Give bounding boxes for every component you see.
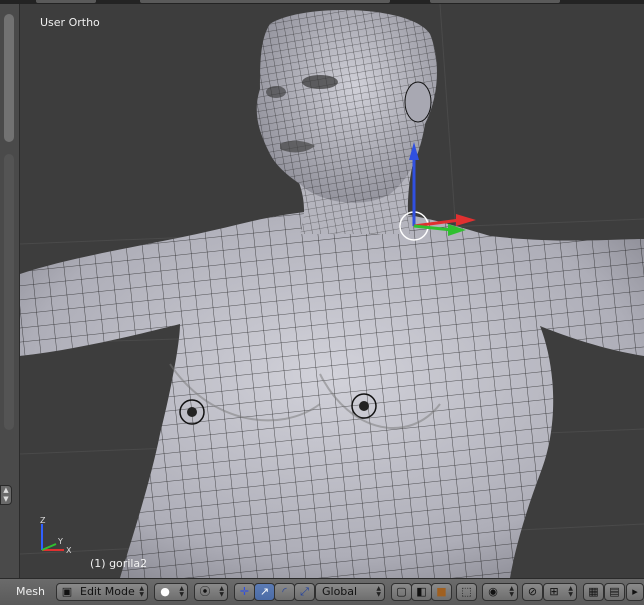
viewport-shading-selector[interactable]: ● ▲ ▼	[154, 583, 188, 601]
top-tab[interactable]	[430, 0, 560, 3]
cube-edge-icon: ◧	[416, 585, 427, 598]
mode-label: Edit Mode	[80, 585, 135, 598]
dropdown-arrows-icon: ▲ ▼	[139, 585, 144, 598]
pivot-icon: ⦿	[199, 585, 211, 598]
edge-select-button[interactable]: ◧	[411, 583, 432, 601]
pivot-point-selector[interactable]: ⦿ ▲ ▼	[194, 583, 228, 601]
orientation-label: Global	[322, 585, 358, 598]
dropdown-arrows-icon: ▲ ▼	[568, 585, 573, 598]
top-tab[interactable]	[36, 0, 96, 3]
edit-mode-icon: ▣	[61, 585, 73, 598]
render-animation-icon: ▤	[609, 585, 620, 598]
mesh-menu[interactable]: Mesh	[16, 583, 45, 601]
mode-selector[interactable]: ▣ Edit Mode ▲ ▼	[56, 583, 148, 601]
dropdown-arrows-icon: ▲ ▼	[219, 585, 224, 598]
limit-selection-button[interactable]: ⬚	[456, 583, 477, 601]
3d-viewport[interactable]: User Ortho Z X Y (1) gorila2	[20, 4, 644, 578]
dropdown-arrows-icon: ▲ ▼	[509, 585, 514, 598]
magnet-icon: ⊘	[527, 585, 538, 598]
render-icon: ▦	[588, 585, 599, 598]
snap-toggle-button[interactable]: ⊘	[522, 583, 543, 601]
svg-text:X: X	[66, 546, 72, 555]
cube-vertex-icon: ▢	[396, 585, 407, 598]
snap-element-selector[interactable]: ⊞ ▲ ▼	[543, 583, 577, 601]
transform-orientation-selector[interactable]: Global ▲ ▼	[315, 583, 385, 601]
manipulator-toggle-button[interactable]: ✛	[234, 583, 255, 601]
top-tab[interactable]	[140, 0, 390, 3]
scale-button[interactable]: ⤢	[294, 583, 315, 601]
limit-visible-icon: ⬚	[461, 585, 472, 598]
view-label: User Ortho	[40, 16, 100, 29]
cube-face-icon: ■	[436, 585, 447, 598]
dropdown-arrows-icon: ▲ ▼	[179, 585, 184, 598]
svg-text:Y: Y	[57, 537, 63, 546]
snap-grid-icon: ⊞	[549, 585, 559, 598]
viewport-header: Mesh ▣ Edit Mode ▲ ▼ ● ▲ ▼ ⦿ ▲ ▼ ✛ ↗ ◜ ⤢ Gl…	[0, 578, 644, 605]
solid-sphere-icon: ●	[160, 585, 170, 598]
svg-text:Z: Z	[40, 516, 46, 525]
scrollbar-handle[interactable]	[4, 14, 14, 142]
rotate-button[interactable]: ◜	[274, 583, 295, 601]
eye	[266, 86, 286, 98]
eye	[302, 75, 338, 89]
scale-icon: ⤢	[300, 585, 309, 598]
x-arrow-handle[interactable]	[456, 214, 476, 226]
translate-arrow-icon: ↗	[259, 585, 270, 598]
header-overflow-button[interactable]: ▸	[626, 583, 644, 601]
rotate-arc-icon: ◜	[282, 585, 287, 598]
proportional-editing-selector[interactable]: ◉ ▲ ▼	[482, 583, 518, 601]
active-object-label: (1) gorila2	[90, 557, 148, 570]
proportional-circle-icon: ◉	[488, 585, 498, 598]
opengl-render-button[interactable]: ▦	[583, 583, 604, 601]
axis-indicator-icon: Z X Y	[40, 516, 72, 555]
sidebar-spinner[interactable]: ▲ ▼	[0, 485, 12, 505]
manipulator-icon: ✛	[239, 585, 250, 598]
dropdown-arrows-icon: ▲ ▼	[376, 585, 381, 598]
translate-button[interactable]: ↗	[254, 583, 275, 601]
face-select-button[interactable]: ■	[431, 583, 452, 601]
vertex-select-button[interactable]: ▢	[391, 583, 412, 601]
more-icon: ▸	[632, 585, 638, 598]
mesh-render	[20, 4, 644, 578]
scrollbar-track[interactable]	[4, 154, 14, 430]
opengl-render-animation-button[interactable]: ▤	[604, 583, 625, 601]
